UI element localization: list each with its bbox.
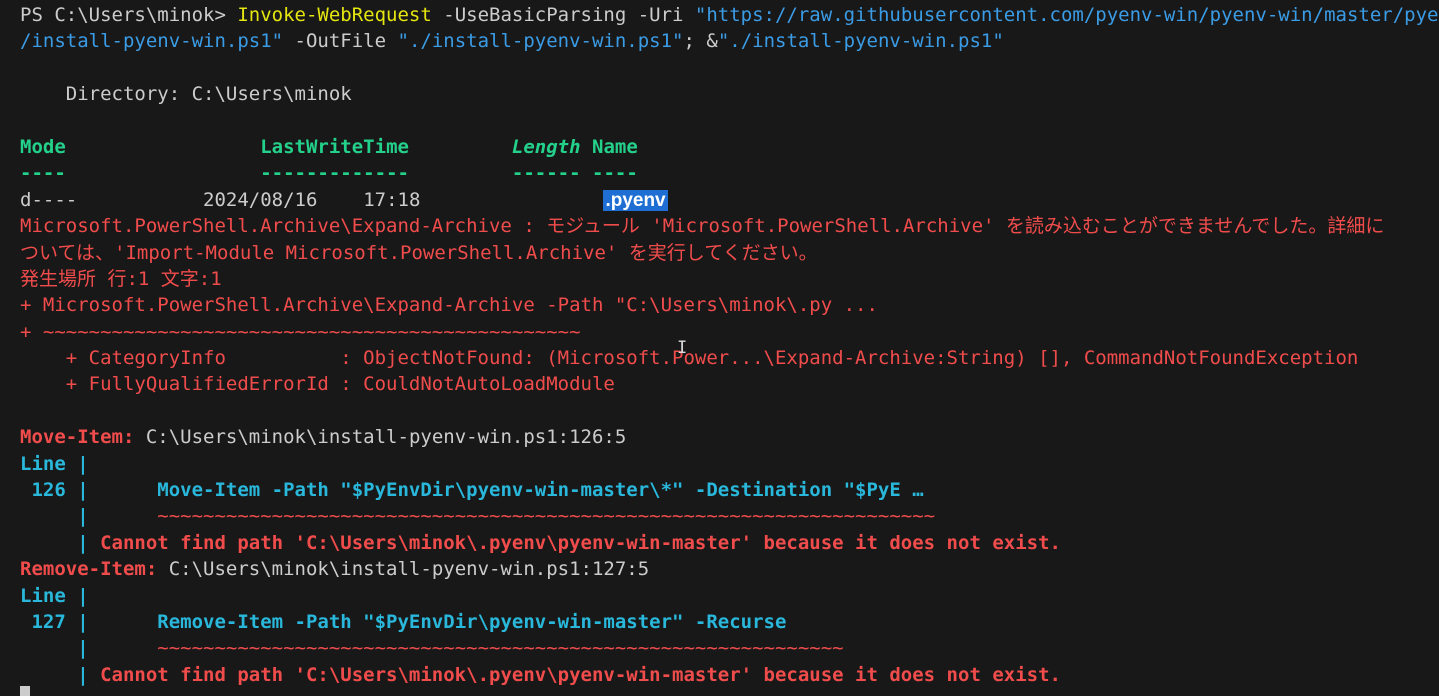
- error3-pipe: |: [20, 637, 89, 660]
- error1-line6: + CategoryInfo : ObjectNotFound: (Micros…: [20, 347, 1359, 370]
- error3-label: Remove-Item:: [20, 558, 169, 581]
- param-outfile: -OutFile: [283, 30, 398, 53]
- error3-message: Cannot find path 'C:\Users\minok\.pyenv\…: [100, 663, 1061, 686]
- error3-line-label: Line |: [20, 584, 89, 607]
- error2-message-line: | Cannot find path 'C:\Users\minok\.pyen…: [20, 530, 1439, 556]
- param-basic: -UseBasicParsing -Uri: [431, 4, 695, 26]
- underline-lastwrite: -------------: [260, 162, 409, 185]
- error3-message-line: | Cannot find path 'C:\Users\minok\.pyen…: [20, 662, 1439, 688]
- error3-code: Remove-Item -Path "$PyEnvDir\pyenv-win-m…: [88, 610, 787, 633]
- underline-mode: ----: [20, 162, 66, 185]
- error2-squiggle-line: | ~~~~~~~~~~~~~~~~~~~~~~~~~~~~~~~~~~~~~~…: [20, 503, 1439, 529]
- error1-line7: + FullyQualifiedErrorId : CouldNotAutoLo…: [20, 373, 615, 396]
- separator: ; &: [683, 30, 718, 53]
- error3-squiggle: ~~~~~~~~~~~~~~~~~~~~~~~~~~~~~~~~~~~~~~~~…: [88, 637, 844, 660]
- error3-squiggle-line: | ~~~~~~~~~~~~~~~~~~~~~~~~~~~~~~~~~~~~~~…: [20, 635, 1439, 661]
- error3-header: Remove-Item: C:\Users\minok\install-pyen…: [20, 556, 1439, 582]
- prompt-prefix: PS C:\Users\minok>: [20, 4, 238, 26]
- error2-header: Move-Item: C:\Users\minok\install-pyenv-…: [20, 424, 1439, 450]
- run-value: "./install-pyenv-win.ps1": [717, 30, 1004, 53]
- error3-location: C:\Users\minok\install-pyenv-win.ps1:127…: [168, 558, 650, 581]
- error2-pipe-msg: |: [20, 531, 101, 554]
- command-name: Invoke-WebRequest: [237, 4, 432, 26]
- header-name: Name: [592, 135, 638, 158]
- underline-name: ----: [592, 162, 638, 185]
- error2-label: Move-Item:: [20, 426, 146, 449]
- error3-pipe-msg: |: [20, 663, 101, 686]
- error1-line1: Microsoft.PowerShell.Archive\Expand-Arch…: [20, 215, 1385, 238]
- uri-part1: "https://raw.githubusercontent.com/pyenv…: [694, 4, 1439, 26]
- error2-line-num: 126 |: [20, 479, 89, 502]
- error1-line4: + Microsoft.PowerShell.Archive\Expand-Ar…: [20, 294, 878, 317]
- listing-underline: ---- ------------- ------ ----: [20, 160, 1439, 186]
- outfile-value: "./install-pyenv-win.ps1": [397, 30, 684, 53]
- directory-label: Directory: C:\Users\minok: [20, 83, 352, 106]
- command-line-2: /install-pyenv-win.ps1" -OutFile "./inst…: [20, 28, 1439, 54]
- command-line-1: PS C:\Users\minok> Invoke-WebRequest -Us…: [20, 2, 1439, 28]
- error2-location: C:\Users\minok\install-pyenv-win.ps1:126…: [145, 426, 627, 449]
- error2-code-line: 126 | Move-Item -Path "$PyEnvDir\pyenv-w…: [20, 477, 1439, 503]
- row-mode: d----: [20, 188, 78, 211]
- error2-message: Cannot find path 'C:\Users\minok\.pyenv\…: [100, 531, 1061, 554]
- row-time: 17:18: [363, 188, 421, 211]
- error2-squiggle: ~~~~~~~~~~~~~~~~~~~~~~~~~~~~~~~~~~~~~~~~…: [88, 505, 936, 528]
- error3-code-line: 127 | Remove-Item -Path "$PyEnvDir\pyenv…: [20, 609, 1439, 635]
- row-date: 2024/08/16: [203, 188, 318, 211]
- uri-part2: /install-pyenv-win.ps1": [20, 30, 284, 53]
- terminal-cursor: [20, 686, 30, 696]
- error1-line2: ついては、'Import-Module Microsoft.PowerShell…: [20, 241, 818, 264]
- header-length: Length: [511, 135, 581, 158]
- underline-length: ------: [511, 162, 581, 185]
- text-cursor-icon: I: [677, 338, 688, 358]
- error2-pipe: |: [20, 505, 89, 528]
- error3-line-num: 127 |: [20, 610, 89, 633]
- row-name-selected[interactable]: .pyenv: [603, 189, 668, 211]
- error2-line-label: Line |: [20, 452, 89, 475]
- error2-code: Move-Item -Path "$PyEnvDir\pyenv-win-mas…: [88, 479, 924, 502]
- header-lastwrite: LastWriteTime: [260, 135, 409, 158]
- error1-line3: 発生場所 行:1 文字:1: [20, 267, 222, 290]
- terminal-output[interactable]: PS C:\Users\minok> Invoke-WebRequest -Us…: [0, 0, 1439, 696]
- header-mode: Mode: [20, 135, 66, 158]
- error1-line5: + ~~~~~~~~~~~~~~~~~~~~~~~~~~~~~~~~~~~~~~…: [20, 320, 581, 343]
- listing-row[interactable]: d---- 2024/08/16 17:18 .pyenv: [20, 187, 1439, 213]
- listing-header: Mode LastWriteTime Length Name: [20, 134, 1439, 160]
